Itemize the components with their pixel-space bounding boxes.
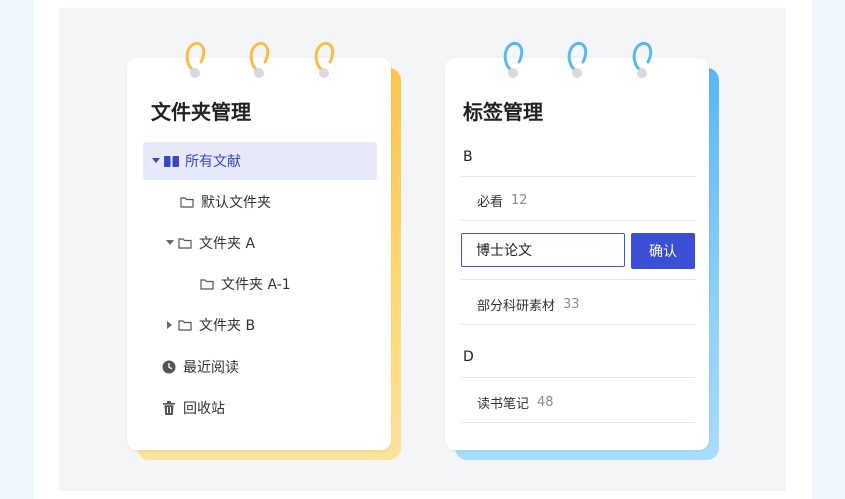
ring-icon [630, 40, 656, 80]
folder-icon [199, 276, 215, 292]
caret-down-icon[interactable] [151, 158, 161, 164]
book-icon [163, 153, 179, 169]
folder-item-label: 文件夹 A-1 [221, 277, 291, 293]
section-letter-b: B [463, 149, 473, 165]
folder-panel: 文件夹管理 所有文献 默认文件夹 文件夹 A 文件夹 A-1 文件夹 B 最近阅… [127, 41, 391, 450]
folder-item-a-1[interactable]: 文件夹 A-1 [199, 265, 291, 303]
folder-item-label: 文件夹 B [199, 318, 256, 334]
ring-icon [501, 40, 527, 80]
tag-name: 部分科研素材 [477, 299, 556, 314]
section-letter-d: D [463, 349, 474, 365]
divider [461, 220, 695, 221]
tag-name: 必看 [477, 195, 504, 210]
folder-item-default[interactable]: 默认文件夹 [179, 183, 271, 221]
caret-right-icon[interactable] [165, 321, 175, 329]
folder-item-all-documents[interactable]: 所有文献 [143, 142, 377, 180]
tag-count: 48 [537, 395, 554, 410]
folder-icon [177, 317, 193, 333]
folder-item-label: 所有文献 [185, 154, 241, 170]
folder-item-recent[interactable]: 最近阅读 [161, 348, 239, 386]
tag-item[interactable]: 部分科研素材 33 [477, 295, 580, 314]
caret-down-icon[interactable] [165, 240, 175, 246]
tag-panel: 标签管理 B 必看 12 确认 部分科研素材 33 D 读书笔记 48 [445, 41, 709, 450]
folder-icon [179, 194, 195, 210]
folder-item-b[interactable]: 文件夹 B [165, 306, 255, 344]
ring-icon [183, 40, 209, 80]
tag-item[interactable]: 读书笔记 48 [477, 393, 554, 412]
folder-item-label: 文件夹 A [199, 236, 256, 252]
tag-name: 读书笔记 [477, 397, 530, 412]
folder-item-trash[interactable]: 回收站 [161, 389, 225, 427]
folder-icon [177, 235, 193, 251]
divider [461, 279, 695, 280]
tag-item[interactable]: 必看 12 [477, 191, 528, 210]
divider [461, 377, 695, 378]
divider [461, 176, 695, 177]
tag-name-input[interactable] [461, 233, 625, 267]
folder-item-label: 默认文件夹 [201, 195, 271, 211]
folder-panel-title: 文件夹管理 [151, 100, 251, 124]
confirm-button[interactable]: 确认 [631, 233, 695, 269]
folder-item-label: 回收站 [183, 401, 225, 417]
ring-icon [312, 40, 338, 80]
tag-panel-title: 标签管理 [463, 100, 543, 124]
trash-icon [161, 400, 177, 416]
folder-item-a[interactable]: 文件夹 A [165, 224, 255, 262]
clock-icon [161, 359, 177, 375]
ring-icon [565, 40, 591, 80]
divider [461, 324, 695, 325]
ring-icon [247, 40, 273, 80]
divider [461, 422, 695, 423]
tag-count: 12 [511, 193, 528, 208]
folder-item-label: 最近阅读 [183, 360, 239, 376]
tag-count: 33 [563, 297, 580, 312]
